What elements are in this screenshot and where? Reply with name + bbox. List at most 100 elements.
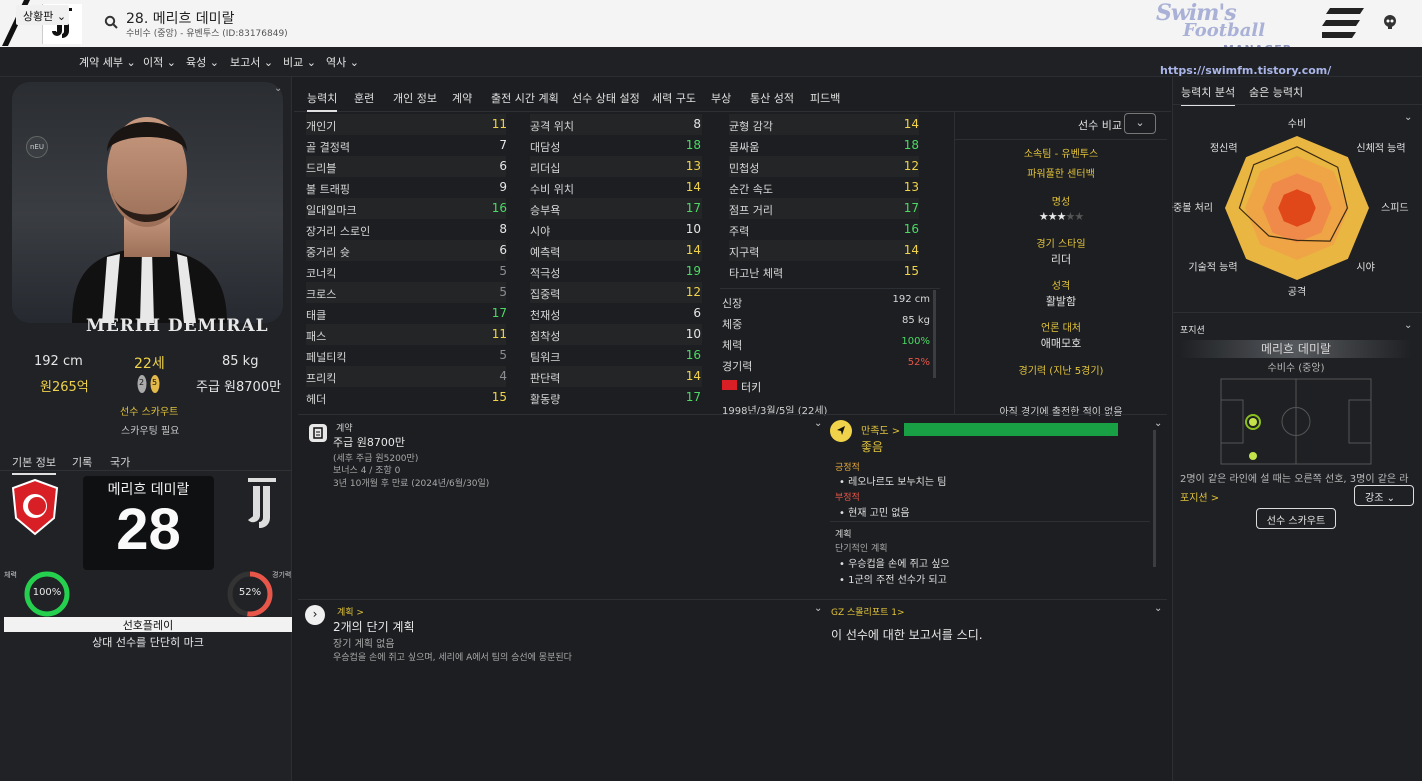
- menu-overview[interactable]: 상황판 ⌄: [16, 5, 69, 25]
- bio-label: 신장: [722, 297, 743, 310]
- attribute-row[interactable]: 중거리 슛 6: [306, 240, 507, 261]
- photo-options-chevron-icon[interactable]: ⌄: [274, 83, 282, 94]
- attribute-row[interactable]: 침착성 10: [530, 324, 702, 345]
- attribute-row[interactable]: 균형 감각 14: [729, 114, 919, 135]
- scout-expand-chevron-icon[interactable]: ⌄: [1154, 603, 1162, 614]
- attribute-row[interactable]: 몸싸움 18: [729, 135, 919, 156]
- negative-text: 현재 고민 없음: [848, 508, 910, 519]
- tab-injuries[interactable]: 부상: [711, 90, 731, 106]
- attribute-row[interactable]: 점프 거리 17: [729, 198, 919, 219]
- tab-hidden-attributes[interactable]: 숨은 능력치: [1249, 84, 1303, 100]
- scout-label[interactable]: 선수 스카우트: [120, 403, 178, 418]
- negative-item: • 현재 고민 없음: [839, 508, 910, 519]
- plan-detail: 우승컵을 손에 쥐고 싶으며, 세리에 A에서 팀의 승선에 몽분된다: [333, 653, 572, 663]
- attribute-row[interactable]: 장거리 스로인 8: [306, 219, 507, 240]
- player-subtitle: 수비수 (중앙) - 유벤투스 (ID:83176849): [126, 29, 288, 39]
- plan-expand-chevron-icon[interactable]: ⌄: [814, 603, 822, 614]
- scout-report-title[interactable]: GZ 스몰리포트 1>: [831, 605, 905, 618]
- tab-training[interactable]: 훈련: [354, 90, 374, 106]
- attribute-row[interactable]: 순간 속도 13: [729, 177, 919, 198]
- plan-text: 1군의 주전 선수가 되고: [848, 575, 947, 586]
- attribute-name: 천재성: [530, 309, 561, 322]
- attribute-row[interactable]: 집중력 12: [530, 282, 702, 303]
- attribute-row[interactable]: 리더십 13: [530, 156, 702, 177]
- attribute-row[interactable]: 타고난 체력 15: [729, 261, 919, 282]
- attribute-row[interactable]: 코너킥 5: [306, 261, 507, 282]
- attribute-row[interactable]: 대담성 18: [530, 135, 702, 156]
- position-chevron-icon[interactable]: ⌄: [1404, 320, 1412, 331]
- menu-development[interactable]: 육성 ⌄: [186, 54, 219, 70]
- plan-item: • 1군의 주전 선수가 되고: [839, 575, 947, 586]
- settings-skull-icon[interactable]: [1382, 14, 1398, 30]
- tab-records[interactable]: 기록: [72, 454, 92, 470]
- attribute-value: 13: [903, 180, 919, 194]
- attribute-name: 민첩성: [729, 162, 760, 175]
- attribute-row[interactable]: 수비 위치 14: [530, 177, 702, 198]
- emphasis-dropdown[interactable]: 강조 ⌄: [1354, 485, 1414, 506]
- attribute-row[interactable]: 일대일마크 16: [306, 198, 507, 219]
- style-label: 경기 스타일: [1036, 239, 1086, 250]
- attribute-row[interactable]: 크로스 5: [306, 282, 507, 303]
- position-link[interactable]: 포지션 >: [1180, 489, 1219, 504]
- player-scout-button[interactable]: 선수 스카우트: [1256, 508, 1336, 529]
- bio-scrollbar[interactable]: [933, 290, 936, 378]
- tab-attributes[interactable]: 능력치: [307, 90, 338, 112]
- menu-contract[interactable]: 계약 세부 ⌄: [79, 54, 136, 70]
- search-icon[interactable]: [104, 15, 118, 29]
- attribute-row[interactable]: 활동량 17: [530, 387, 702, 408]
- tab-hierarchy[interactable]: 세력 구도: [652, 90, 696, 106]
- contract-expand-chevron-icon[interactable]: ⌄: [814, 418, 822, 429]
- tab-basic-info[interactable]: 기본 정보: [12, 454, 56, 475]
- attribute-row[interactable]: 예측력 14: [530, 240, 702, 261]
- menu-history[interactable]: 역사 ⌄: [326, 54, 359, 70]
- menu-reports[interactable]: 보고서 ⌄: [230, 54, 273, 70]
- attribute-row[interactable]: 페널티킥 5: [306, 345, 507, 366]
- radar-ring: [1278, 189, 1316, 227]
- attribute-row[interactable]: 적극성 19: [530, 261, 702, 282]
- tab-attribute-analysis[interactable]: 능력치 분석: [1181, 84, 1236, 106]
- attribute-row[interactable]: 공격 위치 8: [530, 114, 702, 135]
- attribute-value: 18: [685, 138, 701, 152]
- emphasis-label: 강조: [1365, 493, 1384, 504]
- attribute-row[interactable]: 드리블 6: [306, 156, 507, 177]
- plan-arrow-icon[interactable]: ›: [305, 605, 325, 625]
- attribute-row[interactable]: 헤더 15: [306, 387, 507, 408]
- attribute-row[interactable]: 프리킥 4: [306, 366, 507, 387]
- left-foot-rating: 2: [139, 378, 145, 387]
- attribute-row[interactable]: 개인기 11: [306, 114, 507, 135]
- tab-player-status[interactable]: 선수 상태 설정: [572, 90, 640, 106]
- menu-compare[interactable]: 비교 ⌄: [283, 54, 316, 70]
- attribute-row[interactable]: 팀워크 16: [530, 345, 702, 366]
- attribute-name: 공격 위치: [530, 120, 574, 133]
- attribute-row[interactable]: 판단력 14: [530, 366, 702, 387]
- tab-contract[interactable]: 계약: [452, 90, 472, 106]
- attribute-row[interactable]: 천재성 6: [530, 303, 702, 324]
- happiness-title[interactable]: 만족도 >: [861, 422, 900, 437]
- attribute-value: 14: [903, 117, 919, 131]
- divider: [1173, 104, 1422, 105]
- attribute-row[interactable]: 골 결정력 7: [306, 135, 507, 156]
- attribute-name: 순간 속도: [729, 183, 773, 196]
- contract-title: 계약: [336, 424, 353, 434]
- tab-career-stats[interactable]: 통산 성적: [750, 90, 794, 106]
- attribute-row[interactable]: 민첩성 12: [729, 156, 919, 177]
- style-value: 리더: [1050, 253, 1072, 266]
- tab-feedback[interactable]: 피드백: [810, 90, 840, 106]
- tab-nation[interactable]: 국가: [110, 454, 130, 470]
- attribute-row[interactable]: 지구력 14: [729, 240, 919, 261]
- plan-label[interactable]: 계획 >: [337, 605, 364, 618]
- happiness-expand-chevron-icon[interactable]: ⌄: [1154, 418, 1162, 429]
- compare-dropdown-button[interactable]: ⌄: [1124, 113, 1156, 134]
- attribute-row[interactable]: 태클 17: [306, 303, 507, 324]
- attribute-row[interactable]: 볼 트래핑 9: [306, 177, 507, 198]
- tab-personal-info[interactable]: 개인 정보: [393, 90, 437, 106]
- attribute-row[interactable]: 주력 16: [729, 219, 919, 240]
- attribute-row[interactable]: 승부욕 17: [530, 198, 702, 219]
- reputation-stars: ★★★★★: [955, 210, 1167, 223]
- menu-transfer[interactable]: 이적 ⌄: [143, 54, 176, 70]
- tab-playing-time[interactable]: 출전 시간 계획: [491, 90, 559, 106]
- happiness-scrollbar[interactable]: [1153, 430, 1156, 567]
- attribute-row[interactable]: 시야 10: [530, 219, 702, 240]
- attribute-value: 15: [903, 264, 919, 278]
- attribute-row[interactable]: 패스 11: [306, 324, 507, 345]
